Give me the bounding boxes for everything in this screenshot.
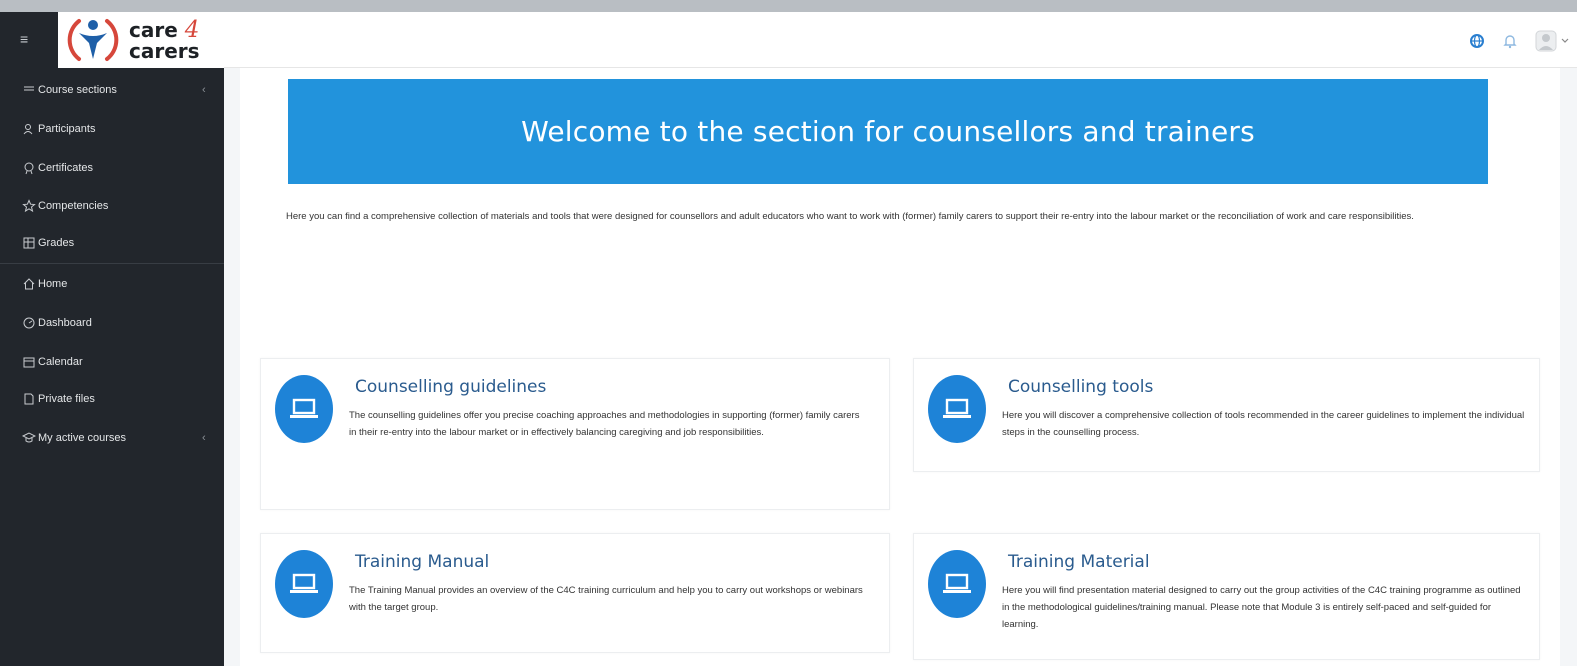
bell-icon[interactable] [1503,33,1517,49]
user-avatar-icon[interactable] [1535,30,1569,52]
sidebar-item-label: Grades [38,237,75,249]
courses-icon [22,432,36,443]
sidebar-item-dashboard[interactable]: Dashboard [22,313,92,333]
star-icon [22,199,36,213]
card-title[interactable]: Training Material [1008,552,1150,572]
sidebar-item-label: Dashboard [38,317,92,329]
globe-icon[interactable] [1469,33,1485,49]
sidebar-item-private-files[interactable]: Private files [22,389,95,409]
course-content: Welcome to the section for counsellors a… [240,68,1560,666]
home-icon [23,278,35,290]
brand-line2: carers [129,39,200,63]
file-icon [24,393,34,405]
sidebar-item-label: Calendar [38,356,83,368]
brand-name: care 4 carers [129,19,200,63]
users-icon [23,124,33,135]
menu-toggle-icon[interactable]: ≡ [20,32,28,46]
laptop-icon [928,375,986,443]
card-description: Here you will find presentation material… [1002,585,1521,630]
grades-icon [23,237,35,249]
sidebar-item-label: Private files [38,393,95,405]
card-description: Here you will discover a comprehensive c… [1002,410,1525,438]
sidebar-item-certificates[interactable]: Certificates [22,158,93,178]
top-navbar: ≡ care 4 carers [0,12,1577,68]
sidebar-item-grades[interactable]: Grades [22,233,74,253]
card-counselling-tools[interactable]: Counselling tools Here you will discover… [913,358,1540,472]
care4carers-logo-icon [67,19,119,61]
sidebar-item-home[interactable]: Home [22,274,67,294]
dashboard-icon [23,317,35,329]
list-icon [24,86,34,91]
card-counselling-guidelines[interactable]: Counselling guidelines The counselling g… [260,358,890,510]
sidebar-item-label: Home [38,278,68,290]
welcome-banner: Welcome to the section for counsellors a… [288,79,1488,184]
card-title[interactable]: Training Manual [355,552,489,572]
sidebar-item-course-sections[interactable]: Course sections ‹ [22,80,206,100]
chevron-left-icon[interactable]: ‹ [202,84,206,96]
card-description: The counselling guidelines offer you pre… [349,410,860,438]
sidebar-item-my-active-courses[interactable]: My active courses ‹ [22,428,206,448]
sidebar-item-label: Competencies [38,200,109,212]
sidebar-item-label: Certificates [38,162,94,174]
sidebar-item-calendar[interactable]: Calendar [22,352,83,372]
intro-text: Here you can find a comprehensive collec… [286,211,1414,222]
sidebar-item-participants[interactable]: Participants [22,119,95,139]
page-title: Welcome to the section for counsellors a… [521,115,1255,148]
navbar-actions [1469,30,1569,52]
sidebar-item-label: Course sections [38,84,117,96]
sidebar-item-competencies[interactable]: Competencies [22,196,108,216]
main-region: Welcome to the section for counsellors a… [224,68,1577,666]
sidebar-item-label: Participants [38,123,96,135]
laptop-icon [275,375,333,443]
laptop-icon [928,550,986,618]
card-training-manual[interactable]: Training Manual The Training Manual prov… [260,533,890,653]
calendar-icon [23,357,35,368]
site-logo[interactable]: care 4 carers [58,12,224,68]
card-title[interactable]: Counselling guidelines [355,377,546,397]
card-title[interactable]: Counselling tools [1008,377,1153,397]
sidebar-item-label: My active courses [38,432,127,444]
card-training-material[interactable]: Training Material Here you will find pre… [913,533,1540,660]
left-sidebar: Course sections ‹ Participants Certifica… [0,68,224,666]
sidebar-divider [0,263,224,264]
card-description: The Training Manual provides an overview… [349,585,863,613]
window-top-strip [0,0,1577,12]
laptop-icon [275,550,333,618]
chevron-left-icon[interactable]: ‹ [202,432,206,444]
certificate-icon [24,162,34,175]
